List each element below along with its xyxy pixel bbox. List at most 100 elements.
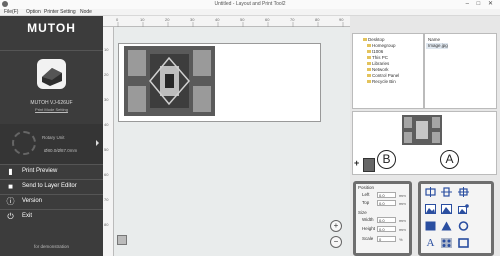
printer-icon: [37, 59, 66, 89]
ruler-tick-label: 50: [104, 147, 109, 152]
width-label: Width: [362, 217, 374, 222]
image-mirror-icon[interactable]: [440, 203, 453, 215]
position-label: Position: [358, 185, 375, 190]
ruler-tick-label: 80: [315, 17, 320, 22]
left-input[interactable]: 0.0: [377, 192, 396, 198]
tree-item-control-panel[interactable]: Control Panel: [367, 73, 399, 78]
sidebar-divider: [0, 50, 103, 51]
ruler-tick-label: 20: [104, 72, 109, 77]
align-horizontal-center-icon[interactable]: [424, 186, 437, 198]
rotary-expand-arrow-icon[interactable]: [96, 140, 99, 146]
image-extra-icon[interactable]: [457, 203, 470, 215]
menu-node[interactable]: Node: [80, 9, 92, 16]
vertical-ruler: 10 20 30 40 50 60 70 80: [103, 27, 114, 256]
left-label: Left: [362, 192, 370, 197]
fill-rectangle-icon[interactable]: [424, 220, 437, 232]
center-both-icon[interactable]: [457, 186, 470, 198]
top-input[interactable]: 0.0: [377, 200, 396, 206]
menu-option[interactable]: Option: [26, 9, 41, 16]
rotary-unit-label: Rotary Unit: [42, 135, 65, 140]
ruler-tick-label: 0: [116, 17, 119, 22]
print-mode-setting-link[interactable]: Print Mode Setting: [0, 107, 103, 112]
scale-unit: %: [399, 237, 403, 242]
print-icon: ▮: [8, 167, 13, 176]
horizontal-ruler: 0 10 20 30 40 50 60 70 80 90: [103, 16, 350, 27]
exit-button[interactable]: ⏻ Exit: [0, 209, 103, 224]
image-pattern: [124, 46, 215, 116]
ruler-tick-label: 40: [104, 122, 109, 127]
thumbnail-pattern: [402, 115, 442, 145]
print-preview-button[interactable]: ▮ Print Preview: [0, 164, 103, 179]
height-input[interactable]: 0.0: [377, 226, 396, 232]
rotary-unit-value: Ø80.0/Ø87.0mm: [44, 148, 78, 153]
file-list-item[interactable]: Image.jpg: [426, 43, 448, 49]
ruler-tick-label: 30: [104, 97, 109, 102]
frame-icon[interactable]: [457, 237, 470, 249]
ruler-tick-label: 70: [290, 17, 295, 22]
height-label: Height: [362, 226, 376, 231]
triangle-icon[interactable]: [440, 220, 453, 232]
ruler-tick-label: 20: [165, 17, 170, 22]
add-image-button[interactable]: +: [354, 158, 362, 168]
rotary-unit-icon: [12, 131, 36, 155]
top-unit: mm: [399, 201, 406, 206]
width-input[interactable]: 0.0: [377, 217, 396, 223]
height-unit: mm: [399, 227, 406, 232]
ruler-tick-label: 40: [215, 17, 220, 22]
preview-thumbnail: [402, 115, 442, 145]
menu-printer-setting[interactable]: Printer Setting: [44, 9, 76, 16]
circle-icon[interactable]: [457, 220, 470, 232]
placed-image[interactable]: [124, 46, 215, 116]
folder-icon: [367, 74, 371, 77]
ruler-tick-label: 80: [104, 222, 109, 227]
title-bar: Untitled - Layout and Print Tool2 – □ ✕: [0, 0, 500, 9]
tree-item-network[interactable]: Network: [367, 67, 389, 72]
width-unit: mm: [399, 218, 406, 223]
version-button[interactable]: ⓘ Version: [0, 194, 103, 209]
ruler-tick-label: 10: [104, 47, 109, 52]
brand-logo: MUTOH: [27, 21, 76, 35]
callout-a: A: [440, 150, 459, 169]
tree-item-recycle-bin[interactable]: Recycle Bin: [367, 79, 396, 84]
callout-b: B: [377, 150, 396, 169]
pattern-icon[interactable]: [440, 237, 453, 249]
ruler-tick-label: 30: [190, 17, 195, 22]
ruler-tick-label: 70: [104, 197, 109, 202]
window-controls[interactable]: – □ ✕: [466, 0, 496, 9]
version-label: Version: [22, 198, 43, 204]
folder-icon: [367, 56, 371, 59]
zoom-in-button[interactable]: +: [330, 220, 342, 232]
align-vertical-center-icon[interactable]: [440, 186, 453, 198]
left-unit: mm: [399, 193, 406, 198]
send-to-layer-editor-button[interactable]: ■ Send to Layer Editor: [0, 179, 103, 194]
menu-file[interactable]: File(F): [4, 9, 18, 16]
send-icon: ■: [8, 182, 13, 191]
scale-input[interactable]: 0: [377, 236, 396, 242]
folder-icon: [367, 80, 371, 83]
folder-icon: [367, 68, 371, 71]
tree-item-user[interactable]: t1006: [367, 49, 383, 54]
folder-icon: [367, 50, 371, 53]
exit-label: Exit: [22, 213, 33, 219]
printer-name: MUTOH VJ-626UF: [30, 100, 73, 106]
tree-item-homegroup[interactable]: Homegroup: [367, 43, 396, 48]
window-title: Untitled - Layout and Print Tool2: [214, 1, 286, 7]
menu-bar: File(F) Option Printer Setting Node: [0, 9, 500, 16]
add-image-thumbnail[interactable]: [363, 158, 375, 172]
send-to-layer-editor-label: Send to Layer Editor: [22, 183, 77, 189]
save-icon[interactable]: [117, 235, 127, 245]
folder-icon: [363, 38, 367, 41]
folder-icon: [367, 62, 371, 65]
zoom-out-button[interactable]: −: [330, 236, 342, 248]
tree-item-libraries[interactable]: Libraries: [367, 61, 389, 66]
size-label: Size: [358, 210, 367, 215]
image-fit-icon[interactable]: [424, 203, 437, 215]
file-list-header: Name: [428, 37, 441, 42]
text-icon[interactable]: A: [424, 237, 437, 249]
folder-icon: [367, 44, 371, 47]
ruler-tick-label: 90: [339, 17, 344, 22]
tree-item-this-pc[interactable]: This PC: [367, 55, 388, 60]
tree-item-desktop[interactable]: Desktop: [363, 37, 385, 42]
demo-notice: for demonstration: [33, 244, 70, 249]
ruler-tick-label: 10: [140, 17, 145, 22]
